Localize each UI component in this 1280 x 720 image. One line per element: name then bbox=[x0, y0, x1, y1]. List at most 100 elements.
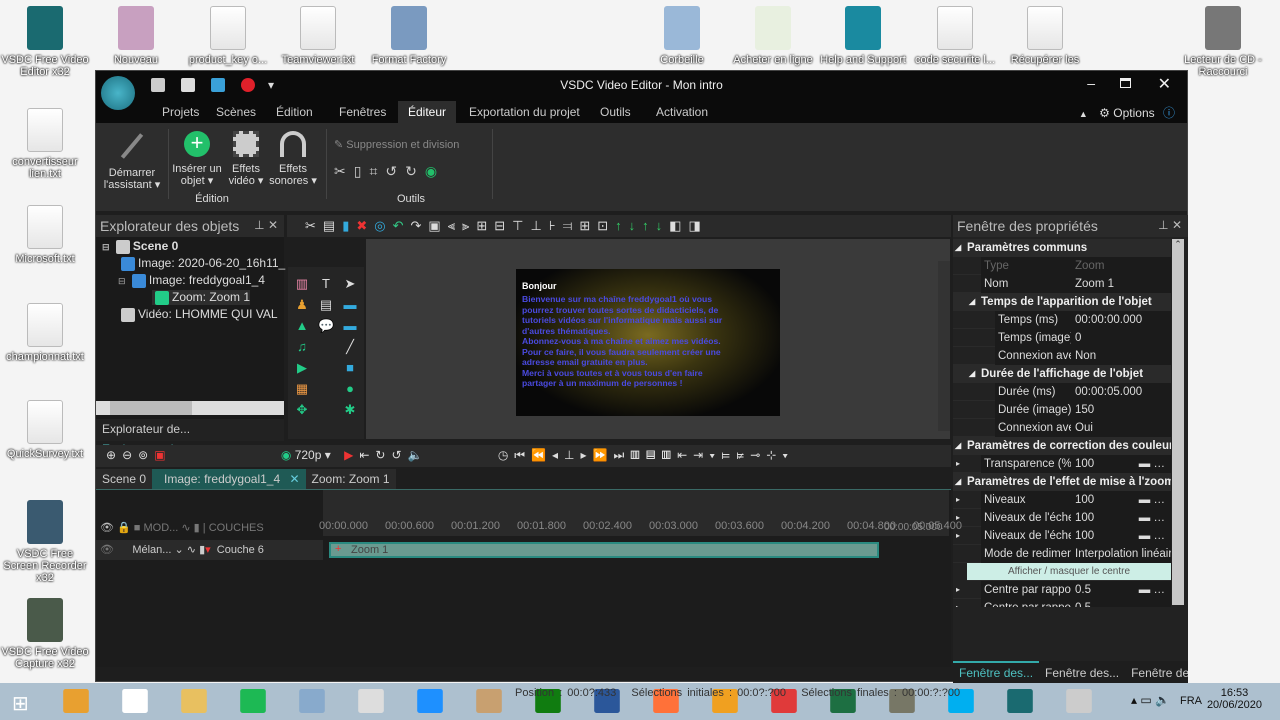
menu--diteur[interactable]: Éditeur bbox=[398, 101, 457, 123]
desktop-icon[interactable]: Teamviewer.txt bbox=[273, 6, 363, 66]
desktop-icon[interactable]: convertisseur lien.txt bbox=[0, 108, 90, 180]
shape-icon[interactable]: ▬ bbox=[342, 294, 358, 315]
cut-icon[interactable]: ✂ bbox=[305, 218, 323, 233]
tab-zoom[interactable]: Zoom: Zoom 1 bbox=[305, 469, 396, 489]
tab-properties[interactable]: Fenêtre des... bbox=[953, 661, 1040, 681]
spectrum-icon[interactable]: ▦ bbox=[294, 378, 310, 399]
chart-icon[interactable]: ▥ bbox=[294, 273, 310, 294]
close-panel-icon[interactable]: ✕ bbox=[268, 218, 278, 232]
menu-fen-tres[interactable]: Fenêtres bbox=[329, 101, 396, 123]
tree-item[interactable]: Zoom: Zoom 1 bbox=[152, 290, 251, 305]
minimize-button[interactable]: – bbox=[1087, 75, 1095, 91]
property-section[interactable]: ◢ Paramètres de correction des couleurs bbox=[953, 437, 1171, 455]
property-section[interactable]: ◢ Paramètres de l'effet de mise à l'zoom bbox=[953, 473, 1171, 491]
start-assistant-button[interactable]: Démarrer l'assistant ▾ bbox=[102, 127, 162, 191]
window-taskbar-icon[interactable] bbox=[1066, 689, 1092, 713]
sprite-icon[interactable]: ♟ bbox=[294, 294, 310, 315]
desktop-icon[interactable]: VSDC Free Video Editor x32 bbox=[0, 6, 90, 78]
desktop-icon[interactable]: VSDC Free Video Capture x32 bbox=[0, 598, 90, 670]
layer-order-icon[interactable]: ◧◨ bbox=[669, 218, 708, 233]
copy-icon[interactable]: ▤ bbox=[323, 218, 342, 233]
desktop-icon[interactable]: code securite l... bbox=[910, 6, 1000, 66]
eye-icon[interactable]: 👁 bbox=[100, 522, 114, 534]
tray-icons[interactable]: ▴ ▭ 🔈 bbox=[1131, 693, 1170, 707]
property-row[interactable]: Mode de redimensionnementInterpolation l… bbox=[953, 545, 1171, 563]
line-icon[interactable]: ╱ bbox=[342, 336, 358, 357]
property-row[interactable]: ▸ Niveaux 100 ▬ … bbox=[953, 491, 1171, 509]
property-row[interactable]: ▸Niveaux de l'échelle100▬ … bbox=[953, 509, 1171, 527]
tree-item[interactable]: Vidéo: LHOMME QUI VAL bbox=[118, 307, 278, 322]
playback-controls[interactable]: ⏮⏪◂⊥▸⏩⏭ bbox=[514, 448, 630, 462]
folder-app-taskbar-icon[interactable] bbox=[63, 689, 89, 713]
video-effects-button[interactable]: Effets vidéo ▾ bbox=[224, 127, 268, 187]
callout-icon[interactable]: 💬 bbox=[318, 315, 334, 336]
paste-icon[interactable]: ▮ bbox=[342, 218, 356, 233]
tree-item[interactable]: ⊟ Scene 0 bbox=[102, 239, 178, 254]
fit-icon[interactable]: ▣ bbox=[428, 218, 447, 233]
color-icon[interactable]: ◉ bbox=[425, 163, 445, 179]
desktop-icon[interactable]: Récupérer les bbox=[1000, 6, 1090, 66]
image-icon[interactable]: ▲ bbox=[294, 315, 310, 336]
property-section[interactable]: ◢ Paramètres communs bbox=[953, 239, 1171, 257]
property-row[interactable]: ▸Centre par rapport à0.5▬ … bbox=[953, 581, 1171, 599]
menu-outils[interactable]: Outils bbox=[590, 101, 641, 123]
redo-icon[interactable]: ↷ bbox=[411, 218, 429, 233]
tree-item[interactable]: Image: 2020-06-20_16h11_ bbox=[118, 256, 285, 271]
close-button[interactable]: ✕ bbox=[1158, 74, 1171, 94]
desktop-icon[interactable]: Microsoft.txt bbox=[0, 205, 90, 265]
cut-tool-icon[interactable]: ✂ bbox=[334, 163, 354, 179]
eye-icon[interactable]: 👁 bbox=[100, 544, 114, 556]
delete-icon[interactable]: ✖ bbox=[356, 218, 374, 233]
property-row[interactable]: Durée (ms) 00:00:05.000 bbox=[953, 383, 1171, 401]
align-icons[interactable]: ⫷⫸⊞⊟⊤⊥⊦⫤⊞⊡ bbox=[448, 218, 615, 233]
properties-scrollbar[interactable]: ⌃ bbox=[1172, 239, 1184, 605]
desktop-icon[interactable]: Corbeille bbox=[637, 6, 727, 66]
volume-icon[interactable]: 🔈 bbox=[408, 448, 429, 462]
menu-projets[interactable]: Projets bbox=[152, 101, 209, 123]
lock-icon[interactable]: 🔒 bbox=[117, 522, 131, 534]
desktop-icon[interactable]: Help and Support bbox=[818, 6, 908, 66]
insert-object-button[interactable]: + Insérer un objet ▾ bbox=[172, 127, 222, 188]
info-icon[interactable]: ⓘ bbox=[1163, 106, 1175, 120]
preview-scrollbar[interactable] bbox=[938, 261, 950, 431]
property-row[interactable]: Nom Zoom 1 bbox=[953, 275, 1171, 293]
zoom-fit-icon[interactable]: ⊚ bbox=[138, 448, 154, 462]
menu--dition[interactable]: Édition bbox=[266, 101, 323, 123]
app-taskbar-icon[interactable] bbox=[299, 689, 325, 713]
rotate-left-icon[interactable]: ↺ bbox=[385, 163, 405, 179]
marker-icon[interactable]: ▣ bbox=[154, 448, 171, 462]
vsdc-taskbar-icon[interactable] bbox=[1007, 689, 1033, 713]
desktop-icon[interactable]: Lecteur de CD - Raccourci bbox=[1178, 6, 1268, 78]
maximize-button[interactable] bbox=[1120, 78, 1131, 88]
toggle-center-button[interactable]: Afficher / masquer le centre bbox=[967, 563, 1171, 581]
tab-basic-effects[interactable]: Fenêtre des... bbox=[1125, 663, 1188, 683]
record-preview-icon[interactable]: ▶ bbox=[344, 448, 359, 462]
audio-effects-button[interactable]: Effets sonores ▾ bbox=[268, 127, 318, 187]
property-row[interactable]: ▸ Transparence (%) 100 ▬ … bbox=[953, 455, 1171, 473]
trim-icon[interactable]: ▯ bbox=[354, 163, 370, 179]
move-icon[interactable]: ✥ bbox=[294, 399, 310, 420]
pin-icon[interactable]: ⊥ bbox=[1158, 218, 1168, 232]
language-indicator[interactable]: FRA bbox=[1180, 695, 1202, 707]
desktop-icon[interactable]: Nouveau bbox=[91, 6, 181, 66]
spotify-taskbar-icon[interactable] bbox=[240, 689, 266, 713]
zoom-out-icon[interactable]: ⊖ bbox=[122, 448, 138, 462]
start-button[interactable]: ⊞ bbox=[12, 691, 29, 716]
chrome-taskbar-icon[interactable] bbox=[358, 689, 384, 713]
zoom-clip[interactable]: + Zoom 1 bbox=[329, 542, 879, 558]
tab-resources[interactable]: Fenêtre des... bbox=[1039, 663, 1125, 683]
desktop-icon[interactable]: VSDC Free Screen Recorder x32 bbox=[0, 500, 90, 584]
text-icon[interactable]: T bbox=[318, 273, 334, 294]
split-view-icons[interactable]: ▥▤▥ bbox=[630, 448, 677, 462]
property-row[interactable]: ▸Centre par rapport à0.5▬ … bbox=[953, 599, 1171, 607]
desktop-icon[interactable]: QuickSurvey.txt bbox=[0, 400, 90, 460]
menu-exportation-du-projet[interactable]: Exportation du projet bbox=[459, 101, 590, 123]
align-timeline-icons[interactable]: ⊨⊭⊸⊹▾ bbox=[721, 448, 794, 462]
clock-icon[interactable]: ◷ bbox=[498, 448, 514, 462]
clock[interactable]: 16:53 20/06/2020 bbox=[1207, 687, 1262, 711]
desktop-icon[interactable]: product_key o... bbox=[183, 6, 273, 66]
desktop-icon[interactable]: Acheter en ligne bbox=[728, 6, 818, 66]
split-delete-button[interactable]: ✎ Suppression et division bbox=[334, 139, 459, 151]
subtitle-icon[interactable]: ▤ bbox=[318, 294, 334, 315]
menu-sc-nes[interactable]: Scènes bbox=[206, 101, 266, 123]
